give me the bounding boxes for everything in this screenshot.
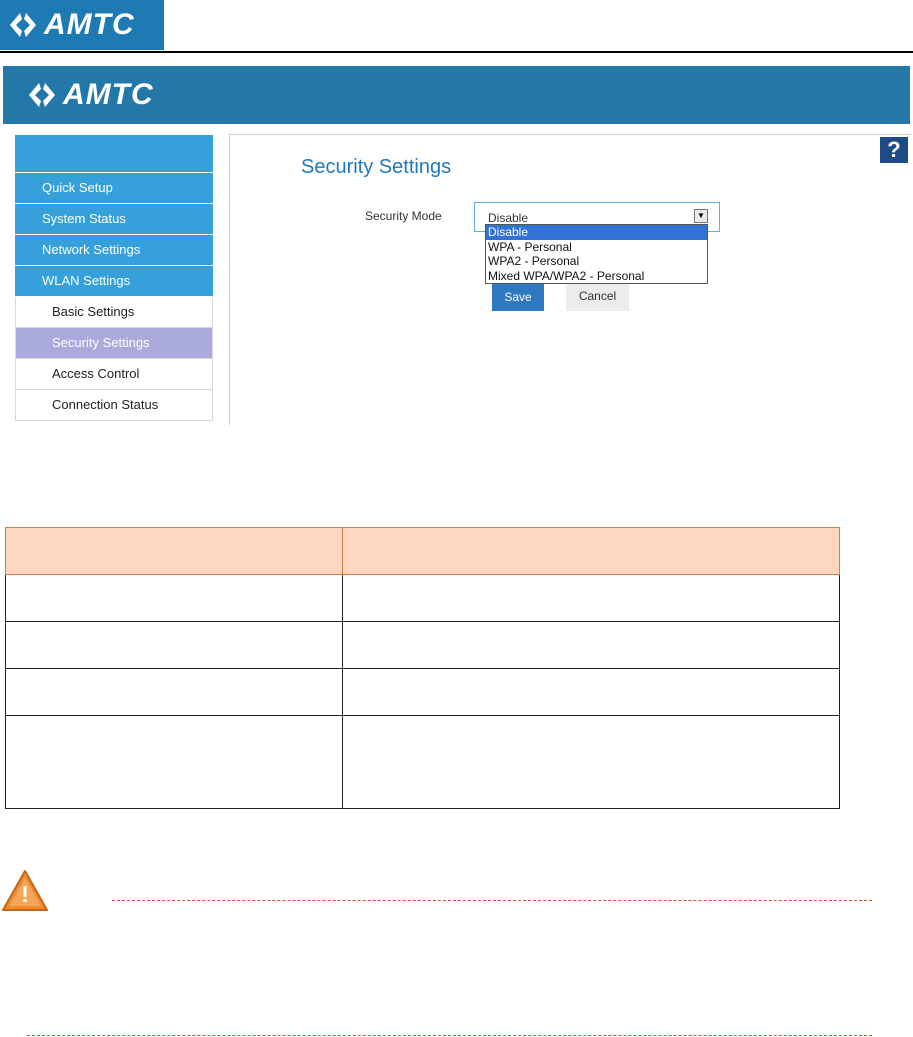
table-cell [342,715,840,809]
table-cell [5,668,343,716]
cancel-button[interactable]: Cancel [566,283,629,311]
router-logo-text: AMTC [63,78,154,111]
router-screenshot: AMTC Quick Setup System Status Network S… [3,66,911,425]
table-row [5,715,840,809]
sidebar-item-wlan-settings[interactable]: WLAN Settings [15,266,213,297]
table-header-row [5,527,840,575]
table-header-cell [5,527,343,575]
amtc-logo-icon [29,83,55,107]
option-wpa-personal[interactable]: WPA - Personal [486,240,707,255]
save-button[interactable]: Save [492,283,544,311]
table-cell [5,715,343,809]
note-top-divider [112,900,872,901]
table-cell [342,668,840,716]
sidebar-sub-access-control[interactable]: Access Control [15,359,213,390]
sidebar-item-quick-setup[interactable]: Quick Setup [15,173,213,204]
security-mode-dropdown: Disable WPA - Personal WPA2 - Personal M… [485,224,708,284]
help-button[interactable]: ? [880,137,908,163]
header-rule [0,51,913,53]
option-wpa2-personal[interactable]: WPA2 - Personal [486,254,707,269]
sidebar-item-network-settings[interactable]: Network Settings [15,235,213,266]
security-mode-value: Disable [488,211,529,225]
option-mixed-wpa-wpa2-personal[interactable]: Mixed WPA/WPA2 - Personal [486,269,707,284]
note-bottom-divider [27,1035,872,1036]
warning-triangle-icon [2,870,48,911]
doc-header-logo: AMTC [0,0,164,50]
page-title: Security Settings [301,156,452,178]
chevron-down-icon[interactable]: ▼ [694,209,708,223]
sidebar-header [15,135,213,173]
amtc-logo-icon [10,13,36,37]
parameter-table [5,527,840,809]
table-row [5,621,840,669]
option-disable[interactable]: Disable [486,225,707,240]
sidebar: Quick Setup System Status Network Settin… [15,135,213,424]
table-cell [5,574,343,622]
doc-logo-text: AMTC [44,8,135,41]
sidebar-item-system-status[interactable]: System Status [15,204,213,235]
table-row [5,574,840,622]
table-cell [342,621,840,669]
table-header-cell [342,527,840,575]
router-banner: AMTC [3,66,910,124]
table-row [5,668,840,716]
sidebar-sub-basic-settings[interactable]: Basic Settings [15,297,213,328]
security-mode-label: Security Mode [365,209,442,223]
table-cell [342,574,840,622]
sidebar-sub-security-settings[interactable]: Security Settings [15,328,213,359]
table-cell [5,621,343,669]
sidebar-sub-connection-status[interactable]: Connection Status [15,390,213,421]
